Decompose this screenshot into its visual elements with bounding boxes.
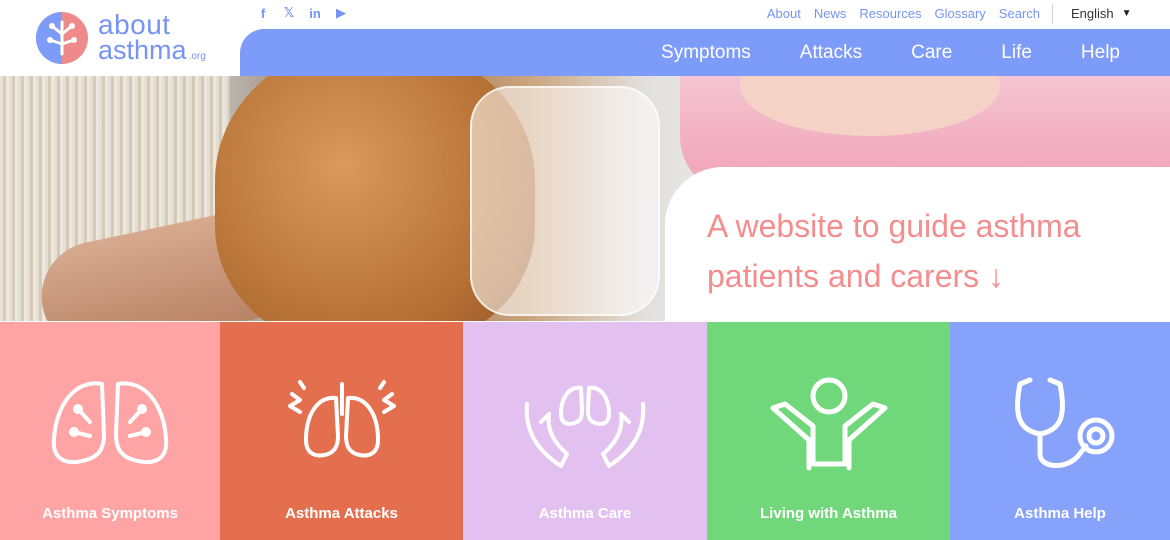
social-links: f 𝕏 in ▶ (256, 5, 348, 21)
topnav-news[interactable]: News (814, 6, 847, 21)
logo-line1: about (98, 8, 171, 40)
hero-photo-nebulizer (470, 86, 660, 316)
nav-attacks[interactable]: Attacks (800, 42, 862, 64)
tile-asthma-attacks[interactable]: Asthma Attacks (220, 322, 463, 540)
top-divider (1052, 4, 1053, 24)
hero-title-text: A website to guide asthma patients and c… (707, 208, 1081, 294)
site-header: about asthma .org f 𝕏 in ▶ About News Res… (0, 0, 1170, 76)
nav-care[interactable]: Care (911, 42, 952, 64)
top-nav: About News Resources Glossary Search (767, 6, 1040, 21)
tile-label: Asthma Help (1014, 505, 1106, 522)
lungs-alert-icon (287, 380, 396, 458)
tile-label: Asthma Attacks (285, 505, 398, 522)
main-nav-bar: Symptoms Attacks Care Life Help (240, 29, 1170, 76)
youtube-icon[interactable]: ▶ (334, 5, 348, 21)
tile-label: Living with Asthma (760, 505, 897, 522)
hero-title[interactable]: A website to guide asthma patients and c… (707, 201, 1147, 301)
tile-asthma-symptoms[interactable]: Asthma Symptoms (0, 322, 220, 540)
tile-label: Asthma Symptoms (42, 505, 178, 522)
hands-lungs-icon (524, 385, 646, 468)
hero-card: A website to guide asthma patients and c… (665, 167, 1170, 322)
logo-line2-main: asthma (98, 35, 187, 66)
site-logo[interactable]: about asthma .org (34, 8, 234, 68)
topnav-resources[interactable]: Resources (859, 6, 921, 21)
nav-symptoms[interactable]: Symptoms (661, 42, 751, 64)
tile-asthma-help[interactable]: Asthma Help (950, 322, 1170, 540)
category-tiles: Asthma Symptoms Asthma Attacks Asthma Ca… (0, 322, 1170, 540)
logo-icon (36, 12, 88, 64)
facebook-icon[interactable]: f (256, 5, 270, 21)
person-arms-up-icon (770, 377, 887, 471)
nav-help[interactable]: Help (1081, 42, 1120, 64)
topnav-search[interactable]: Search (999, 6, 1040, 21)
tile-living-with-asthma[interactable]: Living with Asthma (707, 322, 950, 540)
topnav-glossary[interactable]: Glossary (935, 6, 986, 21)
arrow-down-icon: ↓ (988, 258, 1005, 294)
chevron-down-icon: ▼ (1121, 8, 1132, 19)
logo-suffix: .org (188, 51, 206, 63)
logo-text: about asthma .org (98, 8, 206, 66)
linkedin-icon[interactable]: in (308, 5, 322, 21)
tile-label: Asthma Care (538, 505, 632, 522)
x-icon[interactable]: 𝕏 (282, 5, 296, 21)
topnav-about[interactable]: About (767, 6, 801, 21)
logo-line2: asthma .org (98, 35, 206, 66)
stethoscope-icon (1015, 377, 1115, 468)
nav-life[interactable]: Life (1001, 42, 1032, 64)
main-nav: Symptoms Attacks Care Life Help (661, 29, 1120, 76)
lungs-icon (51, 381, 169, 465)
language-selector[interactable]: English ▼ (1071, 6, 1132, 21)
tile-asthma-care[interactable]: Asthma Care (463, 322, 707, 540)
language-label: English (1071, 6, 1114, 21)
